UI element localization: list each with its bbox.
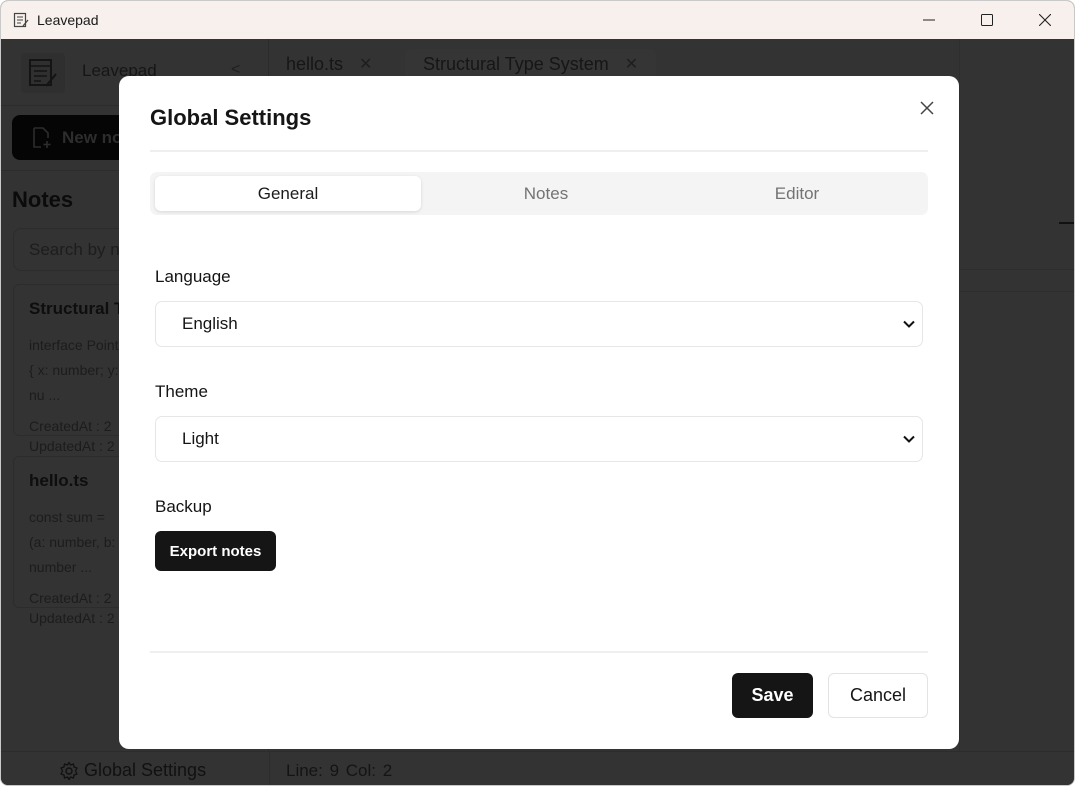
note-preview: interface Point { x: number; y: nu ... — [29, 337, 119, 403]
global-settings-dialog: Global Settings General Notes Editor Lan… — [119, 76, 959, 749]
global-settings-button[interactable]: Global Settings — [59, 760, 206, 781]
tab-editor[interactable]: Editor — [671, 176, 923, 211]
language-value: English — [182, 314, 238, 333]
language-label: Language — [155, 267, 231, 286]
close-window-button[interactable] — [1016, 1, 1074, 39]
global-settings-label: Global Settings — [84, 760, 207, 780]
minimize-icon — [923, 19, 935, 21]
divider — [150, 651, 928, 653]
theme-value: Light — [182, 429, 219, 448]
tab-hello-ts[interactable]: hello.ts ✕ — [286, 49, 372, 79]
maximize-button[interactable] — [958, 1, 1016, 39]
cancel-button[interactable]: Cancel — [828, 673, 928, 718]
tab-label: Structural Type System — [423, 53, 609, 74]
divider — [269, 752, 270, 785]
close-icon — [1039, 14, 1051, 26]
chevron-down-icon — [903, 435, 915, 443]
status-bar: Global Settings Line: 9 Col: 2 — [1, 751, 1074, 785]
theme-label: Theme — [155, 382, 208, 401]
tab-label: hello.ts — [286, 53, 344, 74]
tab-general[interactable]: General — [155, 176, 421, 211]
scroll-indicator — [1059, 222, 1074, 224]
close-dialog-button[interactable] — [915, 96, 939, 120]
save-button[interactable]: Save — [732, 673, 813, 718]
minimize-button[interactable] — [900, 1, 958, 39]
dialog-title: Global Settings — [150, 105, 312, 130]
close-icon — [920, 101, 934, 115]
backup-label: Backup — [155, 497, 212, 516]
gear-icon — [60, 761, 78, 780]
tab-structural-type-system[interactable]: Structural Type System ✕ — [405, 49, 657, 79]
settings-tabs: General Notes Editor — [150, 172, 928, 215]
editor-tabs: hello.ts ✕ Structural Type System ✕ — [269, 39, 1074, 79]
title-bar: Leavepad — [1, 1, 1074, 39]
divider — [150, 150, 928, 152]
notes-heading: Notes — [12, 187, 74, 212]
divider — [959, 269, 1074, 270]
divider — [959, 291, 1074, 292]
app-window: Leavepad Leavepad < New note Notes Searc… — [0, 0, 1075, 786]
note-preview: const sum = (a: number, b: number ... — [29, 509, 116, 575]
language-select[interactable]: English — [155, 301, 923, 347]
cursor-position: Line: 9 Col: 2 — [286, 761, 393, 780]
close-tab-icon[interactable]: ✕ — [625, 54, 638, 74]
close-tab-icon[interactable]: ✕ — [359, 54, 372, 74]
window-title: Leavepad — [37, 12, 99, 28]
app-logo-icon — [11, 10, 31, 30]
chevron-down-icon — [903, 320, 915, 328]
brand-logo-icon — [21, 53, 65, 93]
tab-notes[interactable]: Notes — [421, 176, 671, 211]
export-notes-button[interactable]: Export notes — [155, 531, 276, 571]
editor-area[interactable] — [959, 39, 1074, 751]
maximize-icon — [981, 14, 993, 26]
new-file-icon — [33, 126, 51, 148]
theme-select[interactable]: Light — [155, 416, 923, 462]
